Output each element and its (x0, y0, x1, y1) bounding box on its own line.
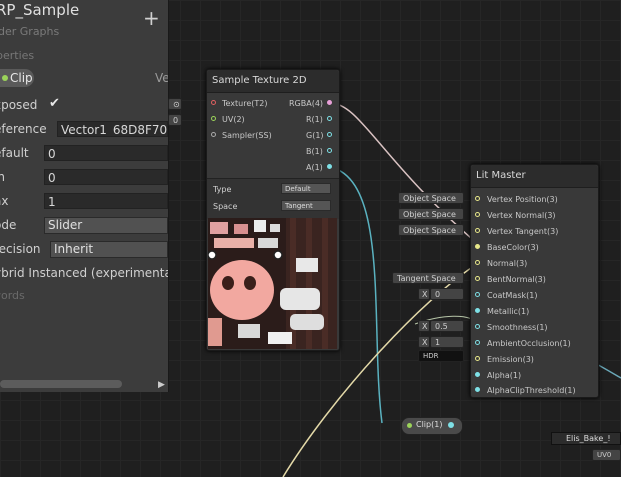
sampler-input-port[interactable] (211, 132, 216, 137)
max-label: ax (0, 194, 9, 208)
basecolor-port[interactable] (475, 244, 480, 249)
metallic-label: Metallic(1) (487, 307, 530, 316)
a-output-label: A(1) (306, 163, 323, 172)
type-dropdown[interactable]: Default (281, 183, 331, 194)
clip-output-port[interactable] (448, 422, 454, 428)
emission-hdr-color-input[interactable]: HDR (418, 350, 464, 362)
exposed-label: xposed (0, 98, 38, 112)
texture-input-port[interactable] (211, 100, 216, 105)
b-output-port[interactable] (327, 148, 332, 153)
add-property-button[interactable]: + (143, 8, 160, 28)
alpha-clip-threshold-label: AlphaClipThreshold(1) (487, 386, 576, 395)
texture-preview-art (208, 218, 337, 349)
vertex-position-label: Vertex Position(3) (487, 195, 558, 204)
min-label: in (0, 170, 5, 184)
alpha-clip-threshold-port[interactable] (475, 387, 480, 392)
r-output-label: R(1) (306, 115, 323, 124)
vertex-normal-port[interactable] (475, 212, 480, 217)
bentnormal-space-input[interactable]: Tangent Space (392, 272, 464, 284)
vertex-position-port[interactable] (475, 196, 480, 201)
precision-label: recision (0, 242, 41, 256)
space-dropdown[interactable]: Tangent (281, 200, 331, 211)
properties-section-label: perties (0, 49, 35, 62)
mode-dropdown[interactable]: Slider (44, 217, 168, 234)
node-title: Lit Master (471, 165, 598, 188)
emission-label: Emission(3) (487, 355, 534, 364)
coatmask-port[interactable] (475, 292, 480, 297)
blackboard-subtitle: der Graphs (0, 25, 60, 38)
scroll-right-arrow-icon[interactable]: ▶ (158, 380, 165, 390)
uv-input-label: UV(2) (222, 115, 245, 124)
min-field[interactable]: 0 (44, 169, 168, 185)
bentnormal-port[interactable] (475, 276, 480, 281)
b-output-label: B(1) (306, 147, 323, 156)
coatmask-value-input[interactable]: 0 (430, 288, 464, 300)
texture-input-label: Texture(T2) (222, 99, 268, 108)
vertex-tangent-label: Vertex Tangent(3) (487, 227, 559, 236)
basecolor-label: BaseColor(3) (487, 243, 539, 252)
type-label: Type (213, 185, 232, 194)
sample-texture-2d-node[interactable]: Sample Texture 2D Texture(T2) UV(2) Samp… (206, 69, 340, 351)
reference-field[interactable]: Vector1_68D8F70 (57, 121, 168, 137)
property-type-label: Ve (155, 71, 169, 85)
keywords-section-label: words (0, 289, 25, 302)
uv-input-stub[interactable]: 0 (168, 114, 182, 126)
bentnormal-label: BentNormal(3) (487, 275, 546, 284)
ambient-occlusion-port[interactable] (475, 340, 480, 345)
blackboard-title: RP_Sample (0, 1, 80, 19)
default-label: efault (0, 146, 29, 160)
texture-input-stub[interactable]: ⊙ (168, 98, 182, 110)
smoothness-label: Smoothness(1) (487, 323, 548, 332)
sampler-input-label: Sampler(SS) (222, 131, 272, 140)
clip-node-label: Clip(1) (416, 420, 443, 429)
smoothness-port[interactable] (475, 324, 480, 329)
coatmask-x-label: X (418, 288, 430, 300)
vertex-tangent-port[interactable] (475, 228, 480, 233)
metallic-port[interactable] (475, 308, 480, 313)
bake-uv-dropdown[interactable]: UV0 (592, 449, 621, 461)
lit-master-node[interactable]: Lit Master Vertex Position(3) Vertex Nor… (470, 164, 599, 398)
smoothness-value-input[interactable]: 0.5 (430, 320, 464, 332)
property-pill-clip[interactable]: Clip (0, 69, 34, 87)
rgba-output-port[interactable] (327, 100, 332, 105)
clip-property-node[interactable]: Clip(1) (401, 417, 463, 435)
rgba-output-label: RGBA(4) (289, 99, 324, 108)
property-dot-icon (407, 423, 412, 428)
default-field[interactable]: 0 (44, 145, 168, 161)
property-pill-label: Clip (10, 71, 33, 85)
vertex-tangent-space-input[interactable]: Object Space (398, 224, 464, 236)
uv-input-port[interactable] (211, 116, 216, 121)
g-output-port[interactable] (327, 132, 332, 137)
alpha-port[interactable] (475, 372, 480, 377)
blackboard-panel: RP_Sample der Graphs + perties Clip Ve x… (0, 0, 169, 392)
horizontal-scrollbar[interactable] (0, 380, 122, 388)
normal-port[interactable] (475, 260, 480, 265)
r-output-port[interactable] (327, 116, 332, 121)
property-dot-icon (2, 75, 8, 81)
vertex-position-space-input[interactable]: Object Space (398, 192, 464, 204)
normal-label: Normal(3) (487, 259, 528, 268)
coatmask-label: CoatMask(1) (487, 291, 538, 300)
exposed-checkbox[interactable]: ✔ (49, 96, 60, 111)
node-title: Sample Texture 2D (207, 70, 339, 93)
vertex-normal-label: Vertex Normal(3) (487, 211, 556, 220)
ao-value-input[interactable]: 1 (430, 336, 464, 348)
max-field[interactable]: 1 (44, 193, 168, 209)
mode-label: ode (0, 218, 17, 232)
ao-x-label: X (418, 336, 430, 348)
emission-port[interactable] (475, 356, 480, 361)
smoothness-x-label: X (418, 320, 430, 332)
g-output-label: G(1) (306, 131, 324, 140)
bake-texture-node[interactable]: Elis_Bake_! (551, 432, 621, 445)
precision-dropdown[interactable]: Inherit (50, 241, 168, 258)
vertex-normal-space-input[interactable]: Object Space (398, 208, 464, 220)
space-label: Space (213, 202, 238, 211)
alpha-label: Alpha(1) (487, 371, 522, 380)
ambient-occlusion-label: AmbientOcclusion(1) (487, 339, 571, 348)
a-output-port[interactable] (327, 164, 332, 169)
texture-preview-image (208, 218, 337, 349)
reference-label: eference (0, 122, 47, 136)
hybrid-instanced-label: ybrid Instanced (experimenta (0, 266, 169, 280)
